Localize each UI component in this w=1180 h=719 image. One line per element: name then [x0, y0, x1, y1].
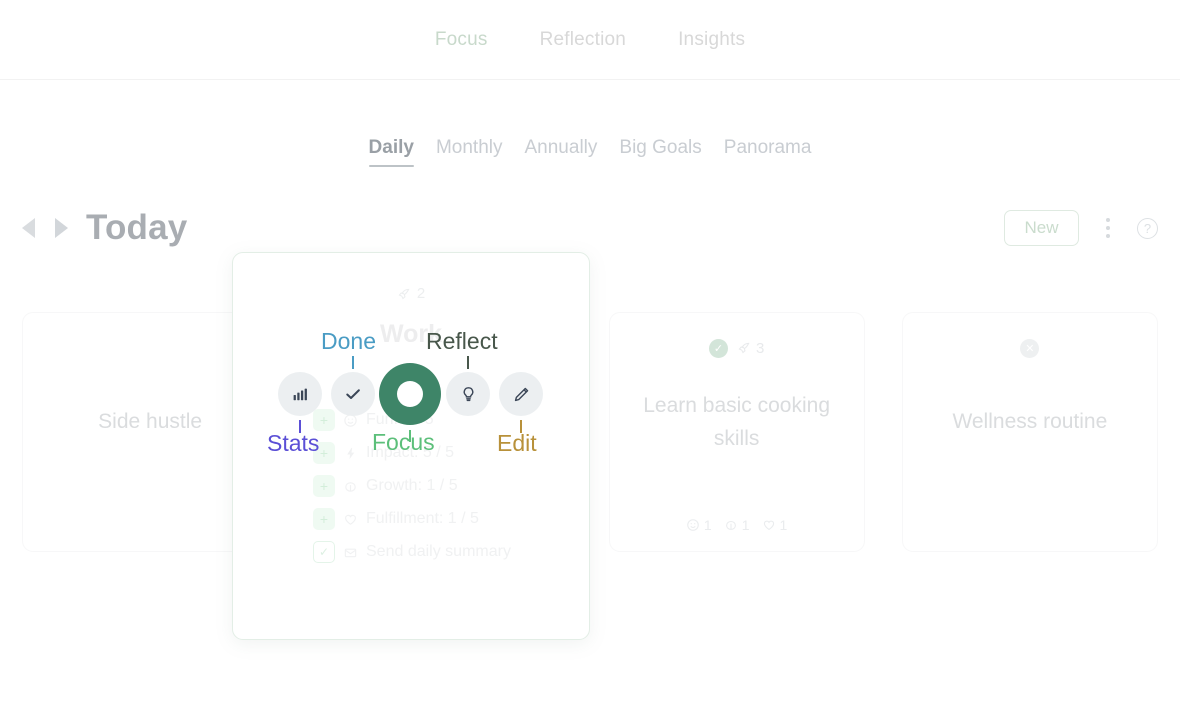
daily-summary-row[interactable]: ✓ Send daily summary — [313, 541, 567, 563]
card-title: Wellness routine — [952, 410, 1108, 434]
focus-ring-icon — [397, 381, 423, 407]
stat-value: 1 — [703, 517, 712, 533]
smiley-icon — [687, 519, 699, 531]
nav-item-insights[interactable]: Insights — [678, 29, 745, 51]
nav-item-focus[interactable]: Focus — [435, 29, 488, 51]
pencil-icon — [514, 387, 528, 401]
rocket-icon — [738, 342, 750, 354]
cancelled-badge-icon: ✕ — [1020, 338, 1040, 358]
growth-icon — [725, 520, 736, 530]
stats-action-label[interactable]: Stats — [267, 430, 319, 457]
bar-chart-icon — [293, 388, 307, 400]
tab-big-goals[interactable]: Big Goals — [619, 137, 701, 173]
daily-summary-label: Send daily summary — [366, 543, 511, 560]
rocket-stat: 3 — [737, 340, 764, 357]
previous-day-arrow-icon[interactable] — [22, 218, 35, 238]
nav-item-reflection[interactable]: Reflection — [540, 29, 627, 51]
attribute-row-growth[interactable]: + Growth: 1 / 5 — [313, 475, 567, 497]
bolt-icon — [347, 447, 355, 459]
new-button[interactable]: New — [1004, 210, 1079, 246]
done-action-label[interactable]: Done — [321, 328, 376, 355]
heart-icon — [763, 520, 774, 530]
card-wellness-routine[interactable]: ✕ Wellness routine — [901, 312, 1158, 552]
lightbulb-icon — [463, 386, 473, 401]
attribute-label: Growth: 1 / 5 — [366, 477, 458, 494]
growth-icon — [345, 481, 356, 492]
check-icon — [346, 389, 360, 399]
detail-rocket-count: 2 — [416, 285, 426, 302]
more-options-icon[interactable] — [1097, 215, 1119, 241]
stat-fun: 1 — [686, 517, 712, 533]
page-header: Today New ? — [0, 204, 1180, 252]
card-learn-basic-cooking-skills[interactable]: ✓ 3 Learn basic cooking skills 1 1 1 — [608, 312, 865, 552]
stat-fulfillment: 1 — [762, 517, 788, 533]
kebab-dot — [1106, 226, 1110, 230]
detail-rocket-stat: 2 — [397, 285, 425, 302]
app-root: Focus Reflection Insights Daily Monthly … — [0, 0, 1180, 719]
card-title: Side hustle — [98, 410, 203, 434]
rocket-count: 3 — [755, 339, 765, 357]
stats-action-button[interactable] — [278, 372, 322, 416]
card-title: Learn basic cooking skills — [643, 393, 831, 450]
help-icon[interactable]: ? — [1137, 217, 1158, 239]
kebab-dot — [1106, 218, 1110, 222]
focus-action-button[interactable] — [379, 363, 441, 425]
card-badges: ✕ — [1020, 337, 1040, 359]
tab-annually[interactable]: Annually — [525, 137, 598, 173]
page-title: Today — [86, 208, 188, 247]
kebab-dot — [1106, 234, 1110, 238]
done-action-button[interactable] — [331, 372, 375, 416]
daily-summary-checkbox[interactable]: ✓ — [313, 541, 335, 563]
heart-icon — [345, 514, 356, 525]
edit-action-button[interactable] — [499, 372, 543, 416]
edit-action-label[interactable]: Edit — [497, 430, 537, 457]
rocket-icon — [398, 288, 410, 299]
date-navigation — [22, 218, 68, 238]
envelope-icon — [344, 548, 357, 557]
card-badges: ✓ 3 — [708, 337, 764, 359]
tab-daily[interactable]: Daily — [368, 137, 415, 173]
sub-tab-bar: Daily Monthly Annually Big Goals Panoram… — [0, 137, 1180, 173]
cards-grid: Side hustle 2 Work ✓ — [22, 312, 1158, 552]
plus-icon[interactable]: + — [313, 475, 335, 497]
reflect-action-button[interactable] — [446, 372, 490, 416]
plus-icon[interactable]: + — [313, 409, 335, 431]
attribute-label: Fulfillment: 1 / 5 — [366, 510, 479, 527]
next-day-arrow-icon[interactable] — [55, 218, 68, 238]
stat-value: 1 — [741, 517, 750, 533]
tab-panorama[interactable]: Panorama — [724, 137, 812, 173]
card-footer-stats: 1 1 1 — [686, 517, 787, 533]
focus-action-label[interactable]: Focus — [372, 429, 435, 456]
tab-monthly[interactable]: Monthly — [436, 137, 503, 173]
stat-growth: 1 — [724, 517, 750, 533]
completed-badge-icon: ✓ — [708, 338, 728, 358]
header-actions: New ? — [1004, 210, 1158, 246]
attribute-row-fulfillment[interactable]: + Fulfillment: 1 / 5 — [313, 508, 567, 530]
plus-icon[interactable]: + — [313, 508, 335, 530]
top-navigation: Focus Reflection Insights — [0, 0, 1180, 80]
stat-value: 1 — [779, 517, 788, 533]
reflect-action-label[interactable]: Reflect — [426, 328, 498, 355]
